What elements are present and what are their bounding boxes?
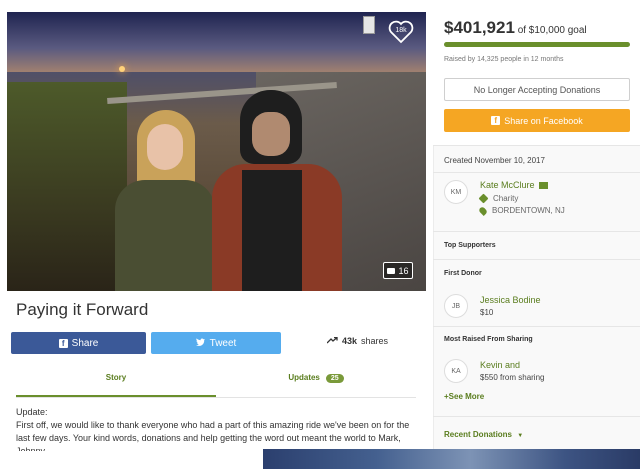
photo-road-sign — [363, 16, 375, 34]
facebook-icon: f — [491, 116, 501, 125]
top-supporters-heading: Top Supporters — [444, 242, 496, 249]
facebook-share-button[interactable]: f Share — [11, 332, 146, 354]
shares-number: 43k — [342, 336, 358, 346]
most-raised-name[interactable]: Kevin and — [480, 360, 520, 370]
facebook-share-label: Share — [71, 337, 99, 349]
raised-by-text: Raised by 14,325 people in 12 months — [444, 56, 564, 63]
twitter-share-label: Tweet — [209, 337, 237, 349]
see-more-label: See More — [448, 392, 485, 401]
tab-updates[interactable]: Updates 25 — [216, 373, 416, 383]
twitter-share-button[interactable]: Tweet — [151, 332, 281, 354]
divider — [433, 145, 640, 146]
tabs-divider — [16, 397, 416, 398]
trending-icon — [326, 336, 338, 346]
tab-story-label: Story — [105, 373, 127, 382]
divider — [433, 416, 640, 417]
divider — [433, 231, 640, 232]
location-pin-icon — [478, 205, 488, 216]
sharer-avatar: KA — [444, 359, 468, 383]
photo-woman — [115, 110, 215, 291]
raised-amount: $401,921 — [444, 18, 515, 37]
donor-avatar: JB — [444, 294, 468, 318]
created-date: Created November 10, 2017 — [444, 156, 545, 165]
most-raised-amount: $550 from sharing — [480, 373, 545, 382]
see-more-link[interactable]: +See More — [444, 392, 484, 401]
mail-icon[interactable] — [538, 181, 548, 189]
campaign-photo[interactable] — [7, 12, 426, 291]
shares-suffix: shares — [361, 336, 389, 346]
organizer-name: Kate McClure — [480, 180, 535, 190]
shares-count: 43k shares — [326, 336, 389, 346]
photo-bushes — [7, 82, 127, 291]
photo-man — [212, 90, 352, 291]
amount-raised: $401,921 of $10,000 goal — [444, 18, 587, 38]
divider — [433, 172, 640, 173]
category-label: Charity — [493, 194, 519, 203]
organizer-location: BORDENTOWN, NJ — [478, 205, 565, 216]
background-image-strip — [263, 449, 640, 469]
chevron-down-icon: ▼ — [517, 433, 524, 439]
recent-donations-label: Recent Donations — [444, 430, 513, 439]
divider — [433, 326, 640, 327]
first-donor-heading: First Donor — [444, 270, 482, 277]
most-raised-heading: Most Raised From Sharing — [444, 336, 533, 343]
no-longer-accepting-label: No Longer Accepting Donations — [473, 84, 601, 95]
progress-bar — [444, 42, 630, 47]
progress-fill — [444, 42, 630, 47]
photo-streetlight — [119, 66, 125, 72]
organizer-link[interactable]: Kate McClure — [480, 180, 548, 190]
organizer-avatar: KM — [444, 180, 468, 204]
camera-icon — [387, 267, 396, 274]
campaign-title: Paying it Forward — [16, 300, 149, 319]
tag-icon — [478, 193, 489, 204]
bottom-blank — [0, 451, 263, 469]
tab-story[interactable]: Story — [16, 373, 216, 382]
first-donor-name[interactable]: Jessica Bodine — [480, 295, 541, 305]
recent-donations-toggle[interactable]: Recent Donations ▼ — [444, 430, 523, 439]
first-donor-amount: $10 — [480, 308, 494, 317]
facebook-icon: f — [58, 338, 68, 348]
organizer-category: Charity — [478, 193, 519, 204]
goal-text: of $10,000 goal — [517, 25, 587, 36]
no-longer-accepting-button[interactable]: No Longer Accepting Donations — [444, 78, 630, 101]
story-heading: Update: — [16, 407, 48, 417]
share-on-facebook-button[interactable]: f Share on Facebook — [444, 109, 630, 132]
twitter-icon — [195, 337, 205, 349]
share-on-facebook-label: Share on Facebook — [504, 115, 583, 126]
tab-updates-label: Updates — [288, 373, 320, 382]
location-label: BORDENTOWN, NJ — [492, 206, 565, 215]
photo-count-button[interactable]: 16 — [383, 262, 413, 279]
divider — [433, 259, 640, 260]
photo-count-label: 16 — [398, 265, 409, 276]
like-count: 18k — [395, 27, 407, 34]
updates-count-badge: 25 — [325, 374, 344, 383]
